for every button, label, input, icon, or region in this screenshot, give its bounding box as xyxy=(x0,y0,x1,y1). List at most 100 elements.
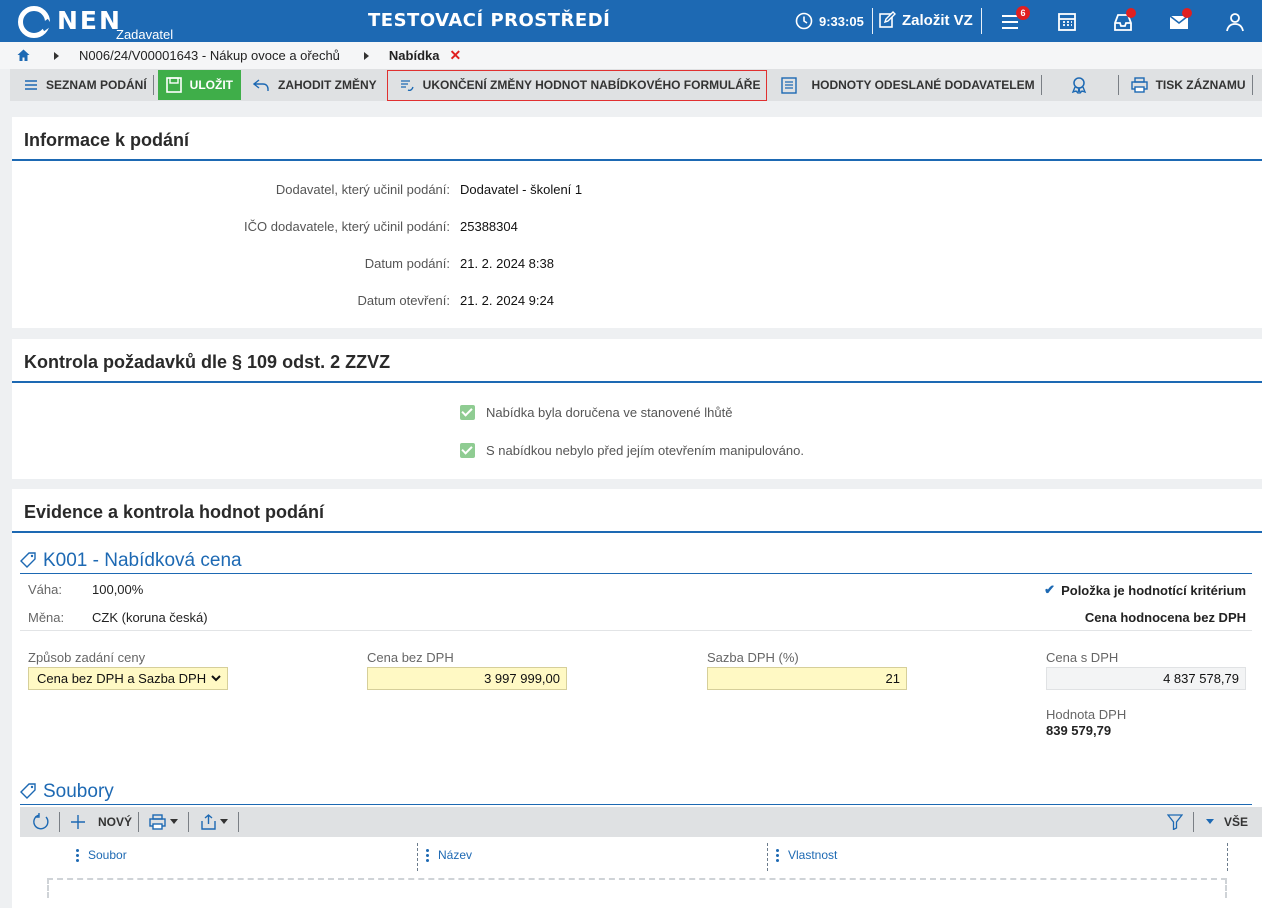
mena-label: Měna: xyxy=(28,610,65,625)
tag-icon xyxy=(20,783,36,799)
zpusob-select[interactable]: Cena bez DPH a Sazba DPH xyxy=(28,667,228,690)
toolbar-divider xyxy=(59,812,60,832)
breadcrumb-item-vz[interactable]: N006/24/V00001643 - Nákup ovoce a ořechů xyxy=(79,48,340,63)
top-bar: NEN Zadavatel TESTOVACÍ PROSTŘEDÍ 9:33:0… xyxy=(0,0,1262,42)
column-divider xyxy=(767,843,768,871)
column-divider xyxy=(1227,843,1228,871)
divider xyxy=(20,630,1252,631)
print-icon[interactable] xyxy=(149,814,166,830)
hodnoceni-text: Cena hodnocena bez DPH xyxy=(1084,610,1246,625)
breadcrumb-arrow-icon xyxy=(363,51,369,60)
clock-time: 9:33:05 xyxy=(819,13,864,29)
print-icon xyxy=(1130,77,1148,93)
toolbar-divider xyxy=(138,812,140,832)
caret-down-icon[interactable] xyxy=(170,819,179,825)
ukonceni-zmeny-button[interactable]: UKONČENÍ ZMĚNY HODNOT NABÍDKOVÉHO FORMUL… xyxy=(386,69,768,101)
user-icon[interactable] xyxy=(1224,11,1246,33)
logo-text: NEN xyxy=(57,6,122,35)
vaha-label: Váha: xyxy=(28,582,62,597)
cena-s-value: 4 837 578,79 xyxy=(1163,671,1239,686)
toolbar-divider xyxy=(1251,75,1253,95)
column-divider xyxy=(417,843,418,871)
zpusob-value: Cena bez DPH a Sazba DPH xyxy=(37,671,207,686)
seznam-podani-button[interactable]: SEZNAM PODÁNÍ xyxy=(10,69,153,101)
clock-icon xyxy=(795,12,813,30)
mail-dot xyxy=(1182,8,1192,18)
inbox-dot xyxy=(1126,8,1136,18)
evidence-panel-title: Evidence a kontrola hodnot podání xyxy=(12,489,1262,533)
k001-heading: K001 - Nabídková cena xyxy=(20,548,1252,574)
topbar-divider xyxy=(872,8,873,34)
kebab-icon xyxy=(76,848,79,862)
datum-otevreni-label: Datum otevření: xyxy=(357,293,451,308)
column-nazev[interactable]: Název xyxy=(426,839,472,871)
filter-icon[interactable] xyxy=(1166,814,1183,830)
column-soubor-label: Soubor xyxy=(88,848,127,862)
hodnota-dph-value: 839 579,79 xyxy=(1046,723,1112,738)
menu-icon[interactable]: 6 xyxy=(1000,6,1030,33)
edit-icon xyxy=(879,11,896,28)
breadcrumb: N006/24/V00001643 - Nákup ovoce a ořechů… xyxy=(0,42,1262,69)
ulozit-button[interactable]: ULOŽIT xyxy=(157,70,241,100)
caret-down-icon[interactable] xyxy=(220,819,229,825)
column-vlastnost[interactable]: Vlastnost xyxy=(776,839,837,871)
vse-filter[interactable]: VŠE xyxy=(1224,815,1248,829)
sazba-value: 21 xyxy=(885,671,900,686)
datum-otevreni-value: 21. 2. 2024 9:24 xyxy=(460,293,554,308)
datum-podani-value: 21. 2. 2024 8:38 xyxy=(460,256,554,271)
info-panel-title: Informace k podání xyxy=(12,117,1262,161)
checkmark-icon: ✔ xyxy=(1044,582,1056,597)
file-drop-zone[interactable] xyxy=(47,878,1227,898)
hodnoty-odeslane-button[interactable]: HODNOTY ODESLANÉ DODAVATELEM xyxy=(775,69,1040,101)
refresh-icon[interactable] xyxy=(32,813,50,831)
datum-podani-label: Datum podání: xyxy=(364,256,450,271)
ulozit-label: ULOŽIT xyxy=(189,78,233,92)
toolbar-divider xyxy=(238,812,240,832)
calculator-icon[interactable] xyxy=(1056,11,1078,33)
export-icon[interactable] xyxy=(201,814,216,830)
chevron-down-icon xyxy=(211,675,221,682)
zalozit-vz-button[interactable]: Založit VZ xyxy=(878,11,973,29)
inbox-icon[interactable] xyxy=(1112,8,1136,33)
hodnota-dph-label: Hodnota DPH xyxy=(1046,707,1127,722)
zalozit-vz-label: Založit VZ xyxy=(902,11,973,29)
close-tab-icon[interactable]: ✕ xyxy=(450,47,462,64)
caret-down-icon[interactable] xyxy=(1205,819,1214,825)
save-icon xyxy=(165,77,182,93)
mail-icon[interactable] xyxy=(1168,8,1192,33)
column-soubor[interactable]: Soubor xyxy=(76,839,127,871)
soubory-toolbar: NOVÝ VŠE xyxy=(20,807,1262,837)
novy-button[interactable]: NOVÝ xyxy=(98,815,132,829)
column-nazev-label: Název xyxy=(438,848,473,862)
breadcrumb-item-nabidka[interactable]: Nabídka xyxy=(389,48,440,63)
cena-s-label: Cena s DPH xyxy=(1046,650,1119,665)
home-icon[interactable] xyxy=(17,49,30,62)
main-toolbar: SEZNAM PODÁNÍ ULOŽIT ZAHODIT ZMĚNY UKONČ… xyxy=(10,69,1262,101)
award-button[interactable] xyxy=(1042,69,1118,101)
zahodit-zmeny-label: ZAHODIT ZMĚNY xyxy=(278,78,377,92)
finish-edit-icon xyxy=(400,79,414,91)
kontrola-panel: Kontrola požadavků dle § 109 odst. 2 ZZV… xyxy=(12,339,1262,479)
dodavatel-label: Dodavatel, který učinil podání: xyxy=(275,182,450,197)
checkbox-checked-icon xyxy=(460,405,475,420)
topbar-divider xyxy=(981,8,982,34)
check-lhuta[interactable]: Nabídka byla doručena ve stanovené lhůtě xyxy=(460,405,732,420)
award-icon xyxy=(1071,77,1086,94)
tisk-zaznamu-button[interactable]: TISK ZÁZNAMU xyxy=(1119,69,1252,101)
nen-logo[interactable]: NEN Zadavatel xyxy=(18,5,173,42)
ico-label: IČO dodavatele, který učinil podání: xyxy=(244,219,450,234)
hodnoty-odeslane-label: HODNOTY ODESLANÉ DODAVATELEM xyxy=(811,78,1035,92)
undo-icon xyxy=(253,79,269,91)
session-clock: 9:33:05 xyxy=(795,12,864,30)
dodavatel-value: Dodavatel - školení 1 xyxy=(460,182,583,197)
check-manipulace[interactable]: S nabídkou nebylo před jejím otevřením m… xyxy=(460,443,804,458)
mena-value: CZK (koruna česká) xyxy=(92,610,208,625)
document-icon xyxy=(781,76,798,94)
tag-icon xyxy=(20,552,36,568)
cena-bez-input[interactable]: 3 997 999,00 xyxy=(367,667,567,690)
plus-icon[interactable] xyxy=(70,814,86,830)
vaha-value: 100,00% xyxy=(92,582,144,597)
zahodit-zmeny-button[interactable]: ZAHODIT ZMĚNY xyxy=(245,69,383,101)
sazba-input[interactable]: 21 xyxy=(707,667,907,690)
column-vlastnost-label: Vlastnost xyxy=(788,848,838,862)
